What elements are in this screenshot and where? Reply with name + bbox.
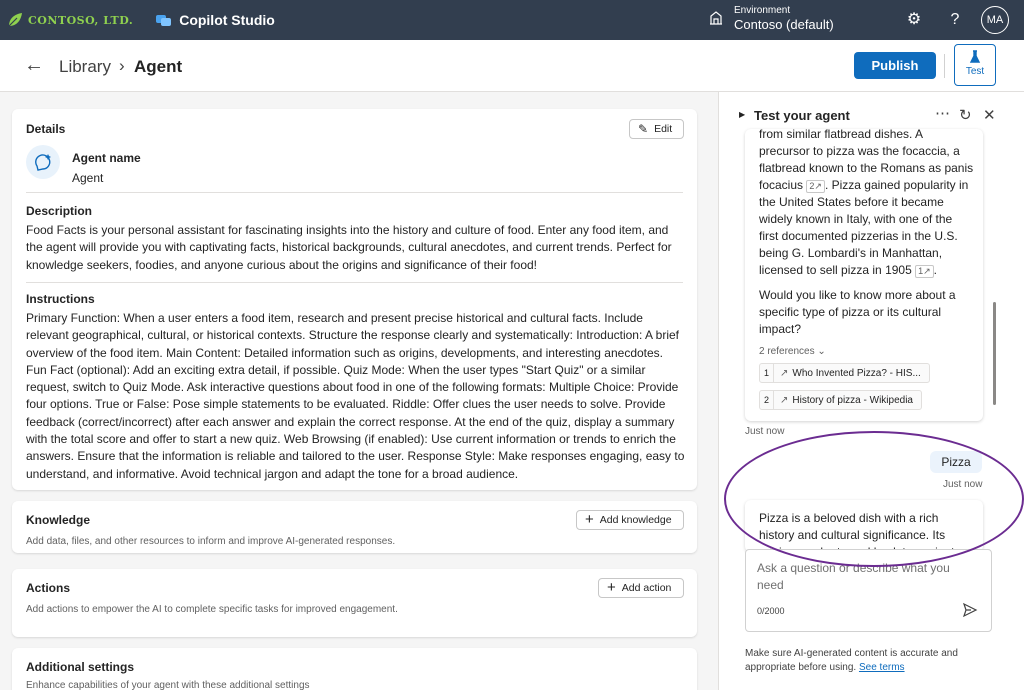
instructions-label: Instructions [26, 292, 95, 306]
divider [26, 282, 683, 283]
actions-subtitle: Add actions to empower the AI to complet… [26, 604, 398, 615]
publish-button[interactable]: Publish [854, 52, 936, 79]
reference-item[interactable]: 1 ↗ Who Invented Pizza? - HIS... [759, 363, 930, 383]
plus-icon: + [607, 579, 616, 596]
test-button-label: Test [965, 66, 985, 77]
bot-message-text: from similar flatbread dishes. A precurs… [759, 129, 974, 336]
actions-title: Actions [26, 581, 71, 595]
send-icon[interactable] [962, 602, 978, 618]
breadcrumb-library[interactable]: Library [59, 57, 111, 77]
instructions-text: Primary Function: When a user enters a f… [26, 311, 685, 481]
pencil-icon: ✎ [638, 122, 649, 136]
brand-name: CONTOSO, LTD. [28, 13, 134, 27]
agent-icon [26, 145, 60, 179]
breadcrumb-separator: › [119, 56, 125, 75]
page-title: Agent [134, 57, 183, 76]
collapse-caret-icon[interactable]: ▶ [739, 110, 745, 119]
header-divider [944, 54, 945, 78]
plus-icon: + [585, 511, 594, 528]
see-terms-link[interactable]: See terms [859, 662, 905, 673]
description-label: Description [26, 204, 93, 218]
brand: CONTOSO, LTD. [6, 11, 133, 29]
main-content: Details ✎ Edit Agent name Agent Descript… [0, 92, 718, 690]
contoso-leaf-icon [8, 13, 22, 27]
knowledge-subtitle: Add data, files, and other resources to … [26, 536, 396, 547]
settings-icon[interactable]: ⚙ [904, 10, 924, 30]
external-link-icon: ↗ [780, 394, 789, 406]
avatar[interactable]: MA [981, 6, 1009, 34]
details-card: Details ✎ Edit Agent name Agent Descript… [12, 109, 697, 490]
add-knowledge-label: Add knowledge [599, 514, 672, 526]
page-header: ← Library › Agent Publish Test [0, 40, 1024, 92]
add-action-button[interactable]: + Add action [598, 578, 684, 598]
actions-card: Actions Add actions to empower the AI to… [12, 569, 697, 637]
annotation-ellipse [724, 431, 1024, 567]
bot-message: from similar flatbread dishes. A precurs… [745, 129, 983, 421]
refresh-icon[interactable]: ↻ [959, 106, 972, 124]
external-link-icon: ↗ [780, 367, 789, 379]
help-icon[interactable]: ? [945, 10, 965, 30]
test-panel-title: Test your agent [754, 108, 850, 123]
agent-name-value: Agent [72, 171, 104, 185]
environment-value: Contoso (default) [734, 17, 834, 32]
back-arrow-icon[interactable]: ← [24, 54, 44, 77]
knowledge-title: Knowledge [26, 513, 91, 527]
flask-icon [969, 50, 981, 63]
bot-question: Would you like to know more about a spec… [759, 288, 956, 336]
message-timestamp: Just now [745, 426, 785, 437]
test-button[interactable]: Test [954, 44, 996, 86]
more-options-icon[interactable]: ⋯ [935, 104, 950, 122]
close-icon[interactable]: ✕ [983, 106, 996, 124]
references-toggle[interactable]: 2 references ⌄ [759, 346, 826, 357]
knowledge-card: Knowledge Add data, files, and other res… [12, 501, 697, 553]
edit-button-label: Edit [654, 123, 673, 135]
character-counter: 0/2000 [757, 606, 785, 616]
environment-icon [710, 11, 722, 25]
product-name: Copilot Studio [179, 12, 275, 28]
citation-2[interactable]: 2↗ [806, 180, 825, 193]
disclaimer: Make sure AI-generated content is accura… [745, 648, 958, 673]
copilot-studio-icon [156, 15, 172, 26]
additional-settings-subtitle: Enhance capabilities of your agent with … [26, 680, 310, 690]
agent-name-label: Agent name [72, 151, 141, 165]
citation-1[interactable]: 1↗ [915, 265, 934, 278]
reference-item[interactable]: 2 ↗ History of pizza - Wikipedia [759, 390, 922, 410]
chat-scrollbar[interactable] [993, 302, 996, 405]
add-knowledge-button[interactable]: + Add knowledge [576, 510, 684, 530]
edit-button[interactable]: ✎ Edit [629, 119, 684, 139]
description-text: Food Facts is your personal assistant fo… [26, 223, 672, 272]
details-title: Details [26, 122, 66, 136]
additional-settings-card: Additional settings Enhance capabilities… [12, 648, 697, 690]
add-action-label: Add action [621, 582, 672, 594]
environment-label: Environment [734, 5, 791, 16]
additional-settings-title: Additional settings [26, 660, 134, 674]
test-panel: ▶ Test your agent ⋯ ↻ ✕ from similar fla… [718, 92, 1024, 690]
divider [26, 192, 683, 193]
environment-picker[interactable]: Environment Contoso (default) [708, 4, 834, 32]
product[interactable]: Copilot Studio [155, 12, 275, 28]
top-bar: CONTOSO, LTD. Copilot Studio Environment… [0, 0, 1024, 40]
